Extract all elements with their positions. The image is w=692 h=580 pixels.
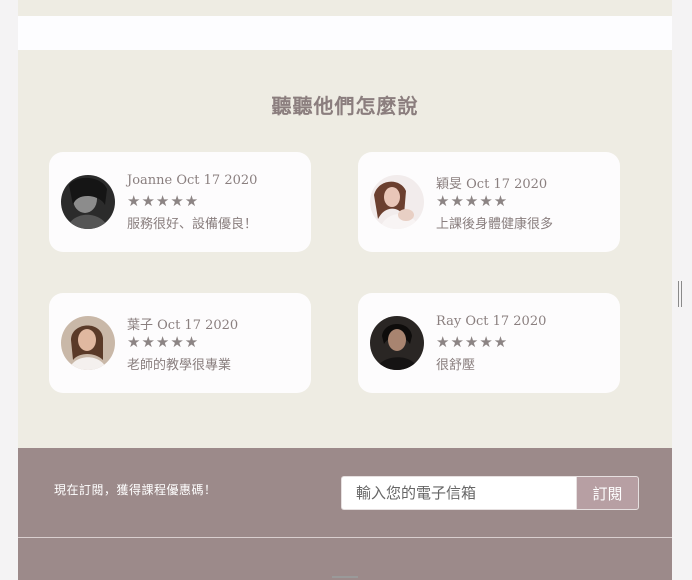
page-frame: 聽聽他們怎麼說 Joanne Oct 17 2020 ★★★★★ 服務很好、設備…: [18, 0, 672, 580]
email-input[interactable]: [341, 476, 577, 510]
reviewer-name: Joanne Oct 17 2020: [127, 173, 258, 188]
star-rating: ★★★★★: [127, 333, 200, 351]
subscribe-footer: 現在訂閱，獲得課程優惠碼！ 訂閱: [18, 448, 672, 580]
reviewer-name: 葉子 Oct 17 2020: [127, 318, 239, 333]
resize-handle[interactable]: [332, 576, 358, 578]
subscribe-promo-text: 現在訂閱，獲得課程優惠碼！: [54, 483, 217, 497]
avatar: [61, 175, 115, 229]
avatar: [370, 175, 424, 229]
star-rating: ★★★★★: [436, 192, 509, 210]
testimonial-card: Ray Oct 17 2020 ★★★★★ 很舒壓: [358, 293, 620, 393]
section-title: 聽聽他們怎麼說: [271, 94, 419, 118]
review-text: 老師的教學很專業: [127, 358, 232, 373]
footer-divider: [18, 537, 672, 538]
review-text: 上課後身體健康很多: [436, 217, 554, 232]
testimonial-card: 穎旻 Oct 17 2020 ★★★★★ 上課後身體健康很多: [358, 152, 620, 252]
star-rating: ★★★★★: [436, 333, 509, 351]
scrollbar-thumb[interactable]: [678, 281, 682, 307]
avatar: [370, 316, 424, 370]
reviewer-name: 穎旻 Oct 17 2020: [436, 177, 548, 192]
testimonial-card: Joanne Oct 17 2020 ★★★★★ 服務很好、設備優良！: [49, 152, 311, 252]
subscribe-button[interactable]: 訂閱: [576, 476, 639, 510]
top-navbar: [18, 16, 672, 50]
reviewer-name: Ray Oct 17 2020: [436, 314, 547, 329]
review-text: 服務很好、設備優良！: [127, 217, 258, 232]
star-rating: ★★★★★: [127, 192, 200, 210]
avatar: [61, 316, 115, 370]
testimonial-card: 葉子 Oct 17 2020 ★★★★★ 老師的教學很專業: [49, 293, 311, 393]
review-text: 很舒壓: [436, 358, 476, 373]
